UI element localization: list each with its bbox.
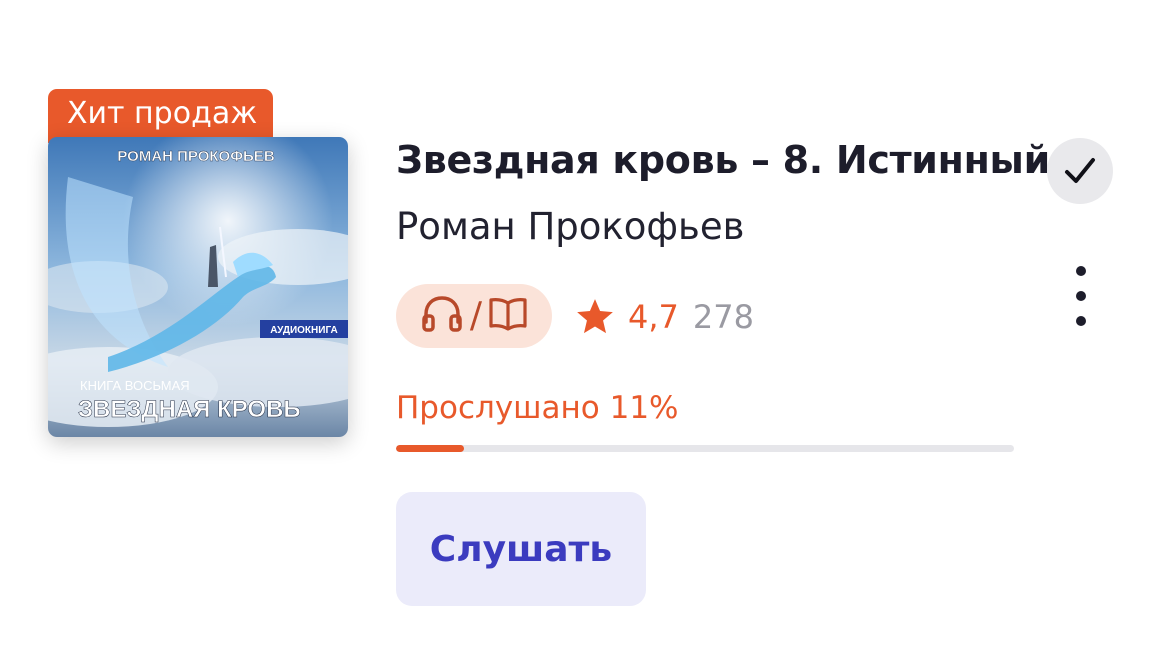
progress-label: Прослушано 11% (396, 390, 679, 426)
more-vertical-icon (1076, 266, 1086, 276)
more-options-button[interactable] (1062, 266, 1100, 326)
progress-bar-fill (396, 445, 464, 452)
check-icon (1065, 158, 1095, 183)
book-cover[interactable]: РОМАН ПРОКОФЬЕВ АУДИОКНИГА КНИГА ВОСЬМАЯ… (48, 137, 348, 437)
star-icon (577, 299, 613, 334)
bestseller-badge: Хит продаж (48, 89, 273, 143)
more-dot (1076, 291, 1086, 301)
rating-count: 278 (692, 298, 754, 336)
rating-value: 4,7 (628, 298, 679, 336)
format-badge: / (396, 284, 552, 348)
format-separator: / (469, 295, 483, 336)
cover-series-text: ЗВЕЗДНАЯ КРОВЬ (78, 396, 301, 423)
open-book-icon (488, 295, 528, 337)
cover-author-text: РОМАН ПРОКОФЬЕВ (117, 148, 274, 165)
book-title[interactable]: Звездная кровь – 8. Истинный (396, 138, 1050, 182)
cover-tag-text: АУДИОКНИГА (270, 325, 337, 336)
listen-button[interactable]: Слушать (396, 492, 646, 606)
mark-finished-button[interactable] (1047, 138, 1113, 204)
headphones-icon (420, 294, 464, 338)
cover-book-number-text: КНИГА ВОСЬМАЯ (80, 378, 190, 393)
book-author[interactable]: Роман Прокофьев (396, 205, 744, 248)
progress-bar (396, 445, 1014, 452)
rating: 4,7 278 (574, 293, 754, 341)
more-dot (1076, 316, 1086, 326)
